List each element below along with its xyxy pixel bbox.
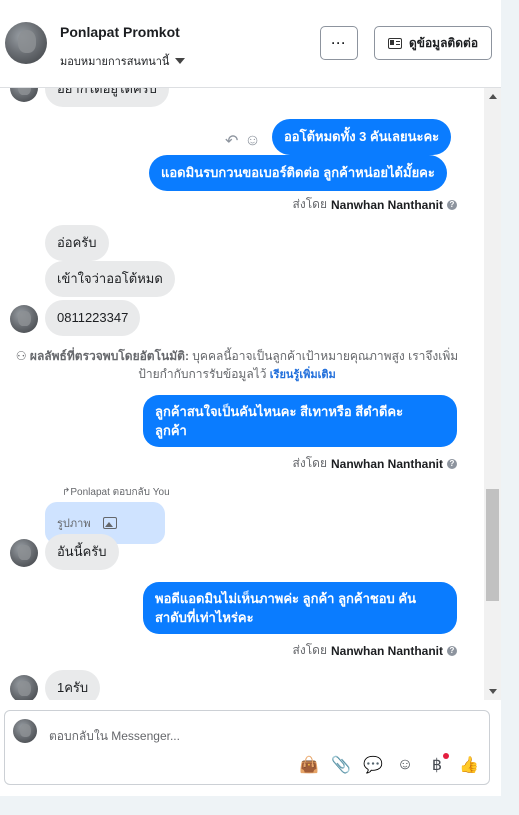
reply-context-text: Ponlapat ตอบกลับ You xyxy=(70,487,170,498)
sender-avatar xyxy=(10,539,38,567)
reply-icon[interactable]: ↶ xyxy=(225,131,238,151)
notification-dot xyxy=(443,753,449,759)
react-emoji-icon[interactable]: ☺ xyxy=(244,132,260,150)
incoming-message[interactable]: อยากได้อยู่ได้ครับ xyxy=(45,88,169,107)
message-thread[interactable]: อยากได้อยู่ได้ครับ ↶ ☺ ออโต้หมดทั้ง 3 คั… xyxy=(0,88,501,700)
learn-more-link[interactable]: เรียนรู้เพิ่มเติม xyxy=(270,369,336,381)
like-icon[interactable]: 👍 xyxy=(459,755,479,775)
scrollbar-thumb[interactable] xyxy=(486,489,499,601)
thread-scrollbar[interactable] xyxy=(484,88,501,700)
incoming-message[interactable]: 0811223347 xyxy=(45,300,141,336)
sent-by-name: Nanwhan Nanthanit xyxy=(330,643,443,658)
assign-label: มอบหมายการสนทนานี้ xyxy=(60,56,170,68)
more-icon: ··· xyxy=(331,36,347,50)
view-contact-info-button[interactable]: ดูข้อมูลติดต่อ xyxy=(374,26,492,60)
attach-icon[interactable]: 📎 xyxy=(331,755,351,775)
info-icon[interactable]: ? xyxy=(447,199,457,210)
contact-info-label: ดูข้อมูลติดต่อ xyxy=(408,35,479,50)
page-avatar xyxy=(13,719,37,743)
assign-conversation-dropdown[interactable]: มอบหมายการสนทนานี้ xyxy=(60,52,186,70)
message-line: พอดีแอดมินไม่เห็นภาพค่ะ ลูกค้า ลูกค้าชอบ… xyxy=(155,591,416,606)
sent-by-label: ส่งโดย Nanwhan Nanthanit ? xyxy=(293,641,457,660)
sent-by-prefix: ส่งโดย xyxy=(292,643,327,657)
photo-label: รูปภาพ xyxy=(57,518,91,530)
detect-icon: ⚇ xyxy=(15,349,27,363)
incoming-message[interactable]: อ่อครับ xyxy=(45,225,109,261)
sent-by-label: ส่งโดย Nanwhan Nanthanit ? xyxy=(293,195,457,214)
sent-by-name: Nanwhan Nanthanit xyxy=(330,197,443,212)
caret-down-icon xyxy=(175,58,186,64)
incoming-message[interactable]: 1ครับ xyxy=(45,670,101,700)
sent-by-label: ส่งโดย Nanwhan Nanthanit ? xyxy=(293,454,457,473)
sent-by-prefix: ส่งโดย xyxy=(292,456,327,470)
sender-avatar xyxy=(10,675,38,700)
contact-name[interactable]: Ponlapat Promkot xyxy=(60,24,180,40)
reply-input[interactable]: ตอบกลับใน Messenger... xyxy=(49,727,180,746)
incoming-message[interactable]: เข้าใจว่าออโต้หมด xyxy=(45,261,175,297)
outgoing-message[interactable]: แอดมินรบกวนขอเบอร์ติดต่อ ลูกค้าหน่อยได้ม… xyxy=(149,155,447,191)
info-icon[interactable]: ? xyxy=(447,645,457,656)
outgoing-message[interactable]: ลูกค้าสนใจเป็นคันไหนคะ สีเทาหรือ สีดำดีค… xyxy=(143,395,457,447)
message-line: ลูกค้า xyxy=(155,423,187,438)
sender-avatar xyxy=(10,305,38,333)
emoji-icon[interactable]: ☺ xyxy=(395,755,415,775)
sent-by-prefix: ส่งโดย xyxy=(292,197,327,211)
scroll-up-icon[interactable] xyxy=(489,94,497,99)
info-icon[interactable]: ? xyxy=(447,458,457,469)
outgoing-message[interactable]: พอดีแอดมินไม่เห็นภาพค่ะ ลูกค้า ลูกค้าชอบ… xyxy=(143,582,457,634)
contact-avatar[interactable] xyxy=(5,22,47,64)
reply-composer[interactable]: ตอบกลับใน Messenger... 👜 📎 💬 ☺ ฿ 👍 xyxy=(4,710,490,785)
more-options-button[interactable]: ··· xyxy=(320,26,358,60)
conversation-header: Ponlapat Promkot มอบหมายการสนทนานี้ ··· … xyxy=(0,0,501,88)
bag-icon[interactable]: 👜 xyxy=(299,755,319,775)
scroll-down-icon[interactable] xyxy=(489,689,497,694)
sender-avatar xyxy=(10,88,38,102)
sent-by-name: Nanwhan Nanthanit xyxy=(330,456,443,471)
message-actions: ↶ ☺ xyxy=(225,131,261,151)
detect-title: ผลลัพธ์ที่ตรวจพบโดยอัตโนมัติ: xyxy=(29,349,189,363)
contact-card-icon xyxy=(387,37,402,49)
message-line: สาดับที่เท่าไหร่คะ xyxy=(155,610,254,625)
incoming-message[interactable]: อันนี้ครับ xyxy=(45,534,119,570)
baht-icon[interactable]: ฿ xyxy=(427,753,449,775)
saved-reply-icon[interactable]: 💬 xyxy=(363,755,383,775)
auto-detect-notice: ⚇ ผลลัพธ์ที่ตรวจพบโดยอัตโนมัติ: บุคคลนี้… xyxy=(12,347,462,384)
conversation-panel: Ponlapat Promkot มอบหมายการสนทนานี้ ··· … xyxy=(0,0,501,796)
reply-context-label: ↱Ponlapat ตอบกลับ You xyxy=(62,485,170,500)
outgoing-message[interactable]: ออโต้หมดทั้ง 3 คันเลยนะคะ xyxy=(272,119,452,155)
message-line: ลูกค้าสนใจเป็นคันไหนคะ สีเทาหรือ สีดำดีค… xyxy=(155,404,404,419)
image-icon xyxy=(102,517,117,529)
composer-toolbar: 👜 📎 💬 ☺ ฿ 👍 xyxy=(299,753,479,775)
